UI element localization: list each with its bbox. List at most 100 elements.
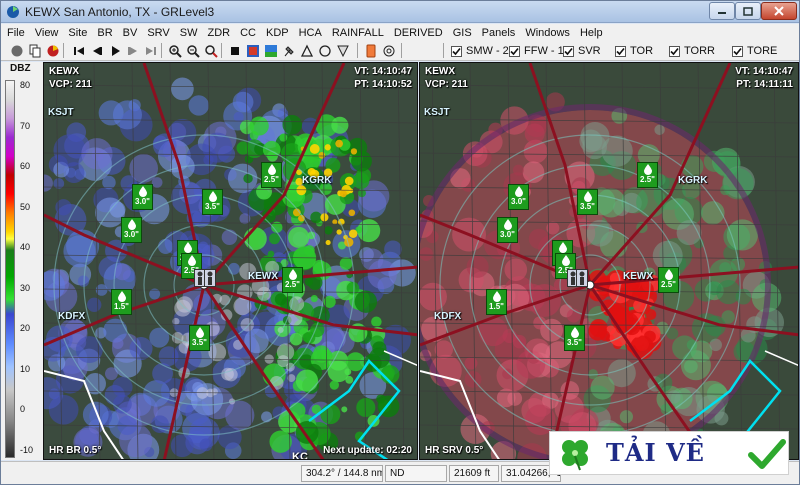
- menu-zdr[interactable]: ZDR: [207, 27, 230, 39]
- hail-marker[interactable]: 3.5": [189, 325, 210, 351]
- radar-button[interactable]: [45, 43, 60, 58]
- hail-marker[interactable]: 3.0": [508, 184, 529, 210]
- menu-gis[interactable]: GIS: [453, 27, 472, 39]
- hail-marker[interactable]: 2.5": [658, 267, 679, 293]
- checkbox[interactable]: [509, 45, 520, 57]
- menu-panels[interactable]: Panels: [482, 27, 516, 39]
- warning-toggle-torr[interactable]: TORR: [669, 44, 715, 58]
- radar-map-right[interactable]: [420, 63, 799, 460]
- menu-kdp[interactable]: KDP: [266, 27, 289, 39]
- hail-marker[interactable]: 3.0": [121, 217, 142, 243]
- cone-button[interactable]: [335, 43, 350, 58]
- menu-br[interactable]: BR: [97, 27, 112, 39]
- radar-panel-right[interactable]: KEWX VCP: 211 VT: 14:10:47 PT: 14:11:11 …: [419, 62, 799, 460]
- copy-button[interactable]: [27, 43, 42, 58]
- hail-marker[interactable]: 3.5": [202, 189, 223, 215]
- step-back-button[interactable]: [89, 43, 104, 58]
- menu-rainfall[interactable]: RAINFALL: [332, 27, 384, 39]
- minimize-button[interactable]: [709, 2, 735, 20]
- map-label-kdfx: KDFX: [434, 311, 462, 322]
- hail-marker[interactable]: 2.5": [282, 267, 303, 293]
- play-button[interactable]: [107, 43, 122, 58]
- checkbox[interactable]: [615, 45, 626, 57]
- hail-marker[interactable]: 2.5": [261, 162, 282, 188]
- orange-box-icon: [366, 44, 375, 57]
- zoom-in-button[interactable]: [167, 43, 182, 58]
- menu-help[interactable]: Help: [580, 27, 603, 39]
- copy-icon: [29, 44, 40, 57]
- menu-site[interactable]: Site: [68, 27, 87, 39]
- zoom-reset-button[interactable]: [203, 43, 218, 58]
- checkbox-label: TORE: [747, 45, 778, 57]
- close-button[interactable]: [761, 2, 797, 20]
- warning-toggle-ffw[interactable]: FFW - 1: [509, 44, 564, 58]
- hail-size-label: 3.0": [500, 230, 515, 239]
- color-scale: DBZ 80 70 60 50 40 30 20 10 0 -10: [1, 62, 43, 460]
- warning-toggle-svr[interactable]: SVR: [563, 44, 601, 58]
- radar-panel-left[interactable]: KEWX VCP: 211 VT: 14:10:47 PT: 14:10:52 …: [43, 62, 418, 460]
- menu-srv[interactable]: SRV: [147, 27, 169, 39]
- window-title: KEWX San Antonio, TX - GRLevel3: [25, 5, 215, 19]
- hail-drop-icon: [208, 191, 217, 202]
- checkbox[interactable]: [451, 45, 462, 57]
- menu-bv[interactable]: BV: [123, 27, 138, 39]
- scale-color-bar: [5, 80, 15, 458]
- ball-button[interactable]: [9, 43, 24, 58]
- warning-toggle-tore[interactable]: TORE: [732, 44, 777, 58]
- overlay-button[interactable]: [245, 43, 260, 58]
- hail-marker[interactable]: 1.5": [111, 289, 132, 315]
- hail-drop-icon: [561, 255, 570, 266]
- color-table-button[interactable]: [263, 43, 278, 58]
- checkmark-icon: [733, 47, 742, 55]
- menu-sw[interactable]: SW: [180, 27, 198, 39]
- menu-derived[interactable]: DERIVED: [394, 27, 443, 39]
- checkbox-label: SMW - 2: [466, 45, 509, 57]
- triangle-button[interactable]: [299, 43, 314, 58]
- stop-button[interactable]: [227, 43, 242, 58]
- hail-marker[interactable]: 3.5": [577, 189, 598, 215]
- menu-file[interactable]: File: [7, 27, 25, 39]
- hail-size-label: 2.5": [661, 280, 676, 289]
- zoom-out-button[interactable]: [185, 43, 200, 58]
- orange-box-button[interactable]: [363, 43, 378, 58]
- hail-marker[interactable]: 2.5": [637, 162, 658, 188]
- hail-drop-icon: [664, 269, 673, 280]
- warning-toggle-smw[interactable]: SMW - 2: [451, 44, 509, 58]
- hail-marker[interactable]: 3.0": [497, 217, 518, 243]
- hail-marker[interactable]: 1.5": [486, 289, 507, 315]
- zoom-out-icon: [186, 44, 200, 58]
- hail-marker[interactable]: 3.0": [132, 184, 153, 210]
- menu-cc[interactable]: CC: [240, 27, 256, 39]
- skip-first-button[interactable]: [71, 43, 86, 58]
- pin-button[interactable]: [281, 43, 296, 58]
- scale-tick-label: 10: [20, 363, 31, 374]
- skip-last-button[interactable]: [143, 43, 158, 58]
- step-forward-button[interactable]: [125, 43, 140, 58]
- product-time: PT: 14:11:11: [736, 79, 793, 90]
- checkbox[interactable]: [732, 45, 743, 57]
- menu-hca[interactable]: HCA: [299, 27, 322, 39]
- checkbox[interactable]: [669, 45, 680, 57]
- volume-time: VT: 14:10:47: [354, 66, 412, 77]
- storm-cell-icon[interactable]: [576, 269, 588, 287]
- scale-tick-label: 80: [20, 80, 31, 90]
- menu-windows[interactable]: Windows: [525, 27, 570, 39]
- map-label-kgrk: KGRK: [302, 175, 332, 186]
- crosshair-icon: [383, 45, 394, 56]
- hail-marker[interactable]: 3.5": [564, 325, 585, 351]
- triangle-icon: [300, 44, 313, 57]
- warning-toggle-tor[interactable]: TOR: [615, 44, 653, 58]
- map-label-kewx: KEWX: [623, 271, 653, 282]
- radar-map-left[interactable]: [44, 63, 418, 460]
- storm-cell-icon[interactable]: [204, 269, 216, 287]
- step-forward-icon: [127, 46, 137, 55]
- site-label: KEWX: [425, 66, 455, 77]
- maximize-button[interactable]: [735, 2, 761, 20]
- circle-button[interactable]: [317, 43, 332, 58]
- checkbox[interactable]: [563, 45, 574, 57]
- hail-drop-icon: [187, 255, 196, 266]
- crosshair-button[interactable]: [381, 43, 396, 58]
- title-bar[interactable]: KEWX San Antonio, TX - GRLevel3: [1, 1, 799, 23]
- menu-bar: File View Site BR BV SRV SW ZDR CC KDP HCA RAINFALL…: [1, 24, 799, 41]
- menu-view[interactable]: View: [35, 27, 59, 39]
